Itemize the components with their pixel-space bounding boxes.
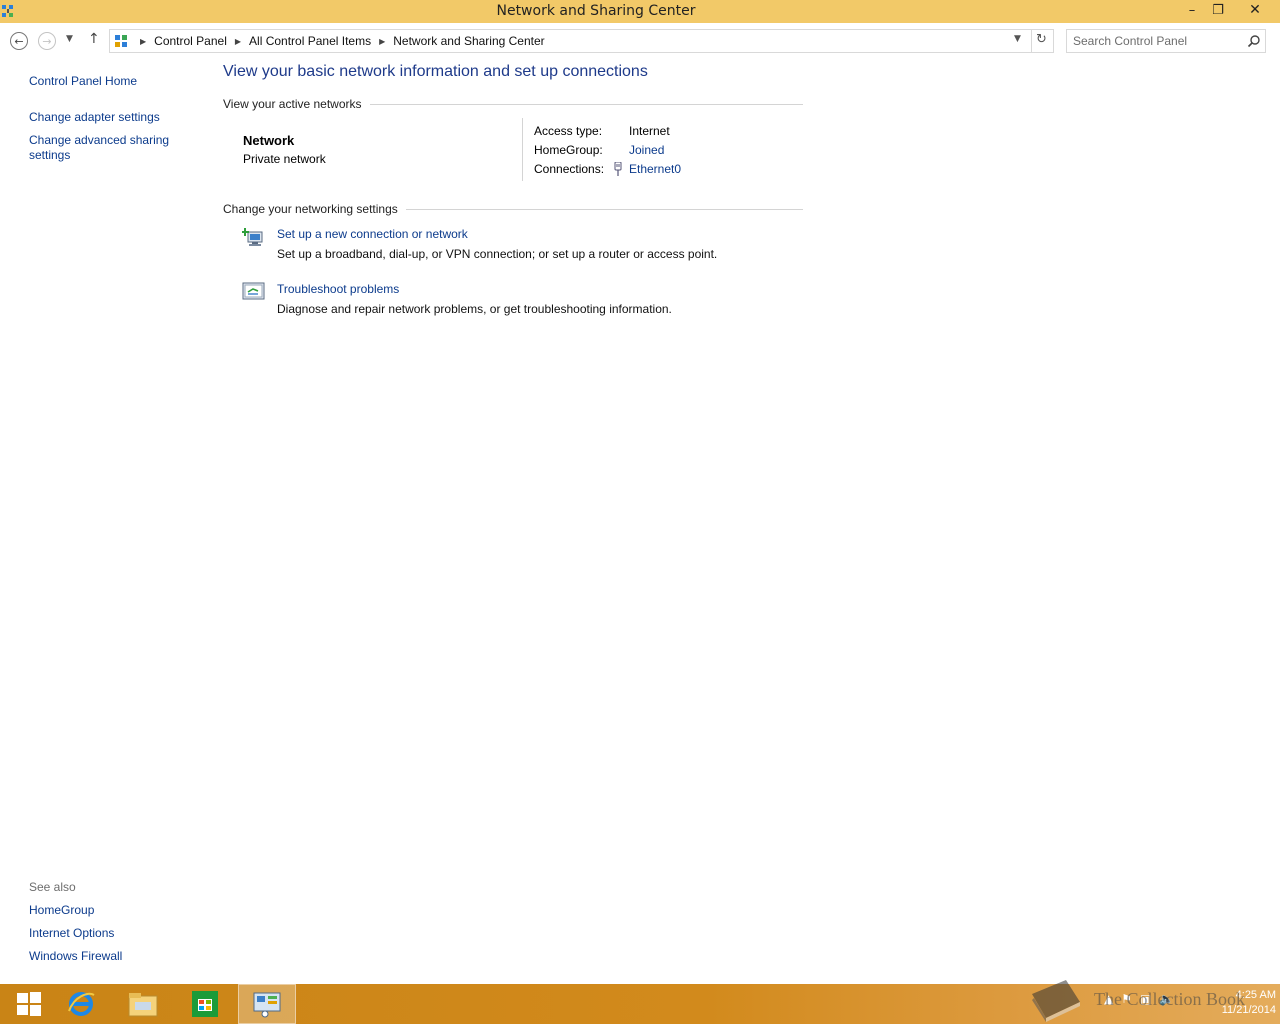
- start-button[interactable]: [0, 984, 58, 1024]
- address-bar[interactable]: ▶ Control Panel ▶ All Control Panel Item…: [109, 29, 1054, 53]
- homegroup-label: HomeGroup:: [534, 143, 603, 157]
- file-explorer-button[interactable]: [114, 984, 172, 1024]
- change-advanced-sharing-link[interactable]: Change advanced sharing settings: [29, 133, 189, 163]
- recent-locations-button[interactable]: ▼: [66, 34, 73, 44]
- access-type-value: Internet: [629, 124, 670, 138]
- arrow-left-icon: ←: [14, 34, 24, 48]
- troubleshoot-problems-link[interactable]: Troubleshoot problems: [277, 282, 399, 296]
- folder-icon: [128, 993, 158, 1017]
- windows-logo-icon: [17, 992, 41, 1016]
- window-title: Network and Sharing Center: [496, 3, 696, 19]
- section-divider: [369, 103, 803, 105]
- control-panel-home-link[interactable]: Control Panel Home: [29, 74, 137, 89]
- close-button[interactable]: ✕: [1232, 0, 1278, 20]
- watermark: The Collection Book: [1028, 976, 1245, 1022]
- up-button[interactable]: ↑: [88, 31, 100, 47]
- troubleshoot-description: Diagnose and repair network problems, or…: [277, 302, 672, 316]
- control-panel-icon: [253, 992, 281, 1018]
- section-divider: [405, 208, 803, 210]
- left-pane: Control Panel Home Change adapter settin…: [0, 59, 200, 984]
- breadcrumb: ▶ Control Panel ▶ All Control Panel Item…: [132, 34, 545, 48]
- restore-button[interactable]: ❐: [1206, 0, 1230, 20]
- store-button[interactable]: [176, 984, 234, 1024]
- ethernet-connection-link[interactable]: Ethernet0: [629, 162, 681, 176]
- network-type: Private network: [243, 152, 326, 166]
- internet-explorer-button[interactable]: [52, 984, 110, 1024]
- setup-connection-link[interactable]: Set up a new connection or network: [277, 227, 468, 241]
- search-input[interactable]: [1073, 33, 1243, 49]
- change-settings-section: Change your networking settings: [223, 202, 803, 216]
- address-row: ← → ▼ ↑ ▶ Control Panel ▶ All Control Pa…: [0, 23, 1280, 59]
- new-connection-icon: [242, 228, 263, 246]
- access-type-label: Access type:: [534, 124, 603, 138]
- title-bar: Network and Sharing Center – ❐ ✕: [0, 0, 1280, 23]
- change-settings-heading: Change your networking settings: [223, 202, 398, 216]
- breadcrumb-separator-icon[interactable]: ▶: [140, 37, 146, 46]
- control-panel-taskbar-button[interactable]: [238, 984, 296, 1024]
- search-icon[interactable]: [1247, 34, 1261, 48]
- windows-firewall-link[interactable]: Windows Firewall: [29, 949, 122, 964]
- store-icon: [192, 991, 218, 1017]
- network-divider: [522, 118, 523, 181]
- network-name: Network: [243, 133, 295, 148]
- breadcrumb-separator-icon[interactable]: ▶: [235, 37, 241, 46]
- address-dropdown-button[interactable]: ▼: [1014, 34, 1021, 44]
- control-panel-icon: [115, 35, 127, 47]
- internet-options-link[interactable]: Internet Options: [29, 926, 114, 941]
- internet-explorer-icon: [68, 992, 95, 1016]
- address-divider: [1031, 30, 1032, 52]
- breadcrumb-all-items[interactable]: All Control Panel Items: [249, 34, 371, 48]
- refresh-button[interactable]: ↻: [1036, 32, 1047, 47]
- setup-connection-description: Set up a broadband, dial-up, or VPN conn…: [277, 247, 718, 261]
- change-adapter-settings-link[interactable]: Change adapter settings: [29, 110, 160, 125]
- breadcrumb-network-center[interactable]: Network and Sharing Center: [393, 34, 544, 48]
- refresh-icon: ↻: [1036, 32, 1047, 47]
- chevron-down-icon: ▼: [1014, 34, 1021, 44]
- breadcrumb-separator-icon[interactable]: ▶: [379, 37, 385, 46]
- search-box: [1066, 29, 1266, 53]
- forward-button[interactable]: →: [38, 32, 56, 50]
- back-button[interactable]: ←: [10, 32, 28, 50]
- arrow-up-icon: ↑: [88, 31, 100, 47]
- active-networks-heading: View your active networks: [223, 97, 362, 111]
- arrow-right-icon: →: [42, 34, 52, 48]
- chevron-down-icon: ▼: [66, 34, 73, 44]
- see-also-heading: See also: [29, 880, 76, 894]
- connections-label: Connections:: [534, 162, 605, 176]
- ethernet-icon: [614, 162, 622, 176]
- active-networks-section: View your active networks: [223, 97, 803, 111]
- book-icon: [1032, 980, 1080, 1022]
- page-title: View your basic network information and …: [223, 63, 648, 80]
- minimize-button[interactable]: –: [1180, 0, 1204, 20]
- troubleshoot-icon: [242, 282, 265, 300]
- homegroup-link[interactable]: HomeGroup: [29, 903, 94, 918]
- breadcrumb-control-panel[interactable]: Control Panel: [154, 34, 227, 48]
- watermark-text: The Collection Book: [1094, 988, 1245, 1009]
- homegroup-joined-link[interactable]: Joined: [629, 143, 664, 157]
